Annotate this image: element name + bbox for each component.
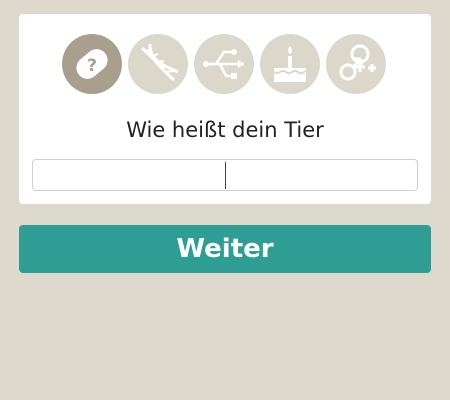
gender-icon: [339, 44, 376, 81]
usb-icon: [203, 49, 244, 79]
pet-name-question: Wie heißt dein Tier: [126, 118, 324, 142]
chip-question-icon: ?: [76, 49, 108, 79]
step-dna[interactable]: [128, 34, 188, 94]
svg-text:?: ?: [87, 56, 97, 76]
text-cursor: [225, 162, 226, 189]
step-indicator: ?: [19, 34, 431, 98]
next-button[interactable]: Weiter: [19, 225, 431, 273]
pet-name-card: ? Wie heißt dein Tier: [19, 14, 431, 204]
pet-name-input[interactable]: [33, 160, 421, 192]
step-usb[interactable]: [194, 34, 254, 94]
screen: ? Wie heißt dein Tier Weiter: [0, 0, 450, 400]
step-gender[interactable]: [326, 34, 386, 94]
step-birthday[interactable]: [260, 34, 320, 94]
step-chip[interactable]: ?: [62, 34, 122, 94]
pet-name-field[interactable]: [32, 159, 421, 192]
dna-icon: [141, 43, 179, 82]
birthday-cake-icon: [273, 46, 307, 82]
